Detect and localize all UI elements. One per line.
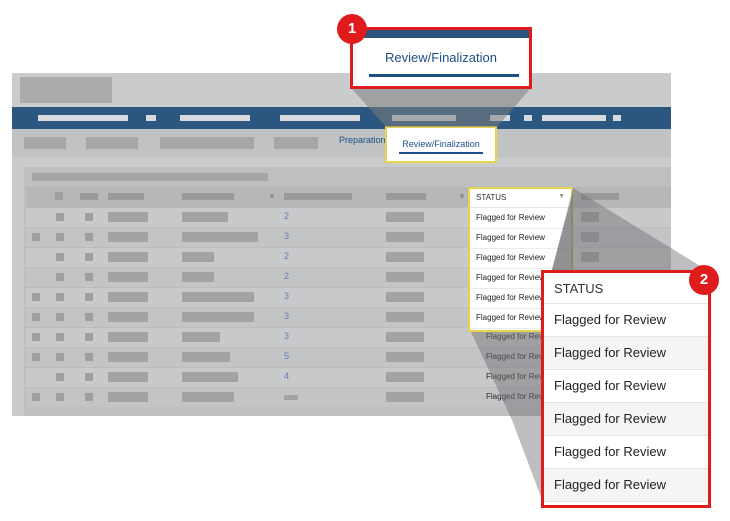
callout-2-status-row: Flagged for Review	[544, 403, 708, 436]
callout-1-underline	[369, 74, 519, 77]
callout-1-connector	[352, 89, 530, 127]
step-1-badge: 1	[337, 14, 367, 44]
callout-2-status-text: Flagged for Review	[554, 444, 666, 459]
callout-2-status-row: Flagged for Review	[544, 370, 708, 403]
callout-2-status-row: Flagged for Review	[544, 337, 708, 370]
callout-2-zoom: STATUS Flagged for Review Flagged for Rev…	[541, 270, 711, 508]
callout-1-zoom: Review/Finalization	[350, 27, 532, 89]
callout-2-status-text: Flagged for Review	[554, 345, 666, 360]
callout-2-status-text: Flagged for Review	[554, 312, 666, 327]
callout-2-status-row: Flagged for Review	[544, 304, 708, 337]
step-2-badge: 2	[689, 265, 719, 295]
callout-2-status-text: Flagged for Review	[554, 378, 666, 393]
callout-2-status-row: Flagged for Review	[544, 469, 708, 502]
callout-2-header: STATUS	[544, 273, 708, 304]
callout-2-status-text: Flagged for Review	[554, 477, 666, 492]
callout-2-status-row: Flagged for Review	[544, 436, 708, 469]
navbar-strip	[353, 30, 529, 38]
callout-2-status-text: Flagged for Review	[554, 411, 666, 426]
callout-2-header-label: STATUS	[554, 281, 604, 296]
callout-1-tab-label: Review/Finalization	[385, 50, 497, 65]
